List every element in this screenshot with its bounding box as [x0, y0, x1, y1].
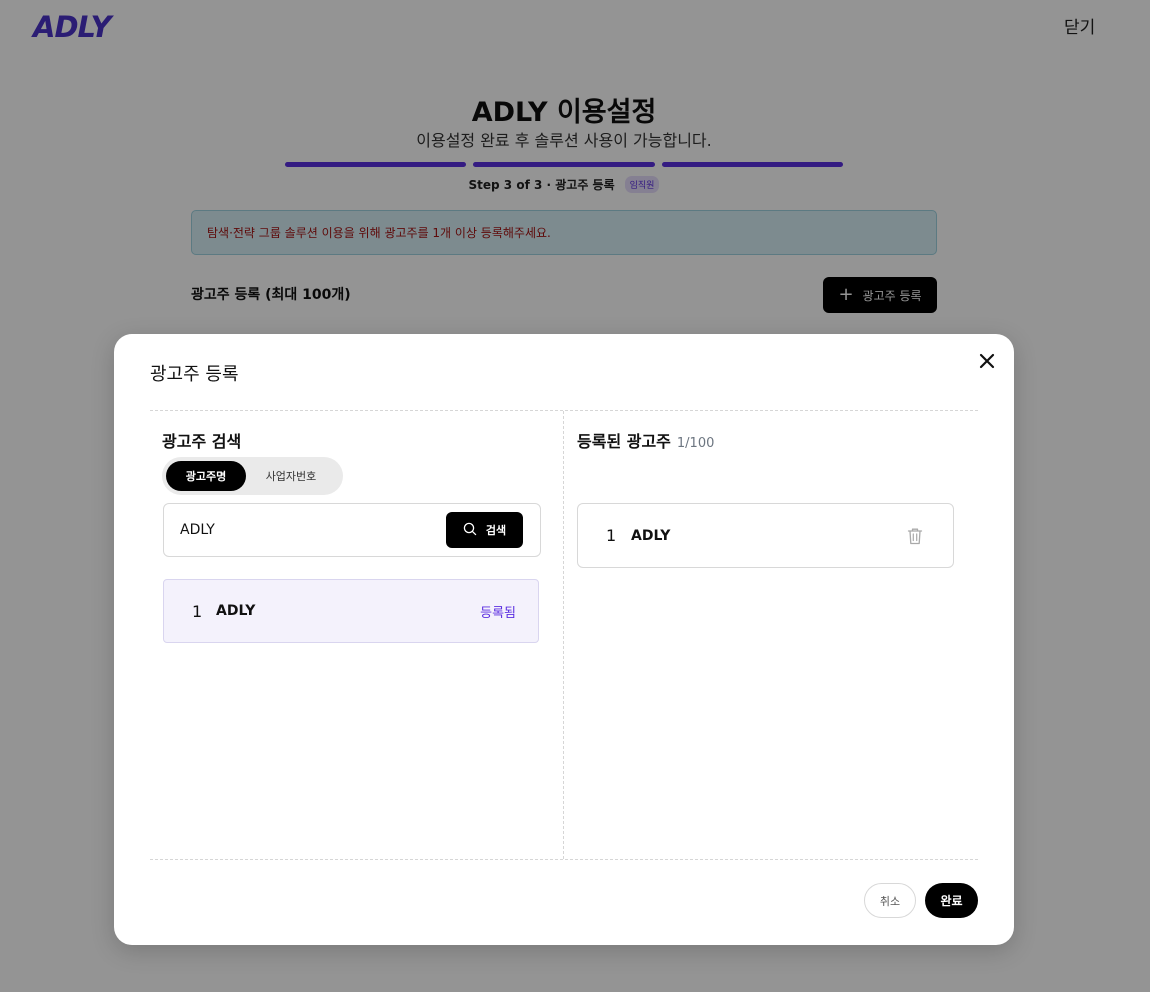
registered-index: 1: [606, 526, 617, 545]
registered-name: ADLY: [631, 527, 671, 544]
search-panel: 광고주 검색 광고주명 사업자번호 검색 1: [162, 411, 542, 859]
registered-item: 1 ADLY: [577, 503, 954, 568]
result-name: ADLY: [216, 603, 256, 619]
search-button-label: 검색: [485, 524, 507, 537]
toggle-advertiser-name[interactable]: 광고주명: [166, 461, 246, 491]
search-panel-title: 광고주 검색: [162, 432, 242, 451]
registered-panel-title: 등록된 광고주 1/100: [577, 428, 714, 452]
search-button[interactable]: 검색: [446, 512, 523, 548]
result-index: 1: [192, 601, 203, 621]
trash-icon[interactable]: [905, 526, 925, 546]
modal-body: 광고주 검색 광고주명 사업자번호 검색 1: [150, 410, 978, 860]
registered-title: 등록된 광고주: [577, 432, 671, 451]
column-divider: [563, 411, 564, 859]
search-input[interactable]: [180, 504, 440, 556]
toggle-business-number[interactable]: 사업자번호: [246, 461, 336, 491]
search-box: 검색: [163, 503, 541, 557]
registered-count: 1/100: [676, 436, 715, 451]
modal-title: 광고주 등록: [150, 364, 239, 385]
close-icon[interactable]: [974, 348, 1000, 374]
done-button[interactable]: 완료: [925, 883, 978, 918]
advertiser-register-modal: 광고주 등록 광고주 검색 광고주명 사업자번호 ADLY 검색 1 ADLY …: [114, 334, 1014, 945]
search-result-item[interactable]: 1 ADLY 등록됨: [163, 579, 539, 643]
registered-panel: 등록된 광고주 1/100 1 ADLY: [577, 411, 967, 859]
cancel-button[interactable]: 취소: [864, 883, 916, 918]
search-type-toggle: 광고주명 사업자번호: [162, 457, 343, 495]
search-icon: [463, 522, 477, 539]
result-status: 등록됨: [480, 605, 516, 621]
